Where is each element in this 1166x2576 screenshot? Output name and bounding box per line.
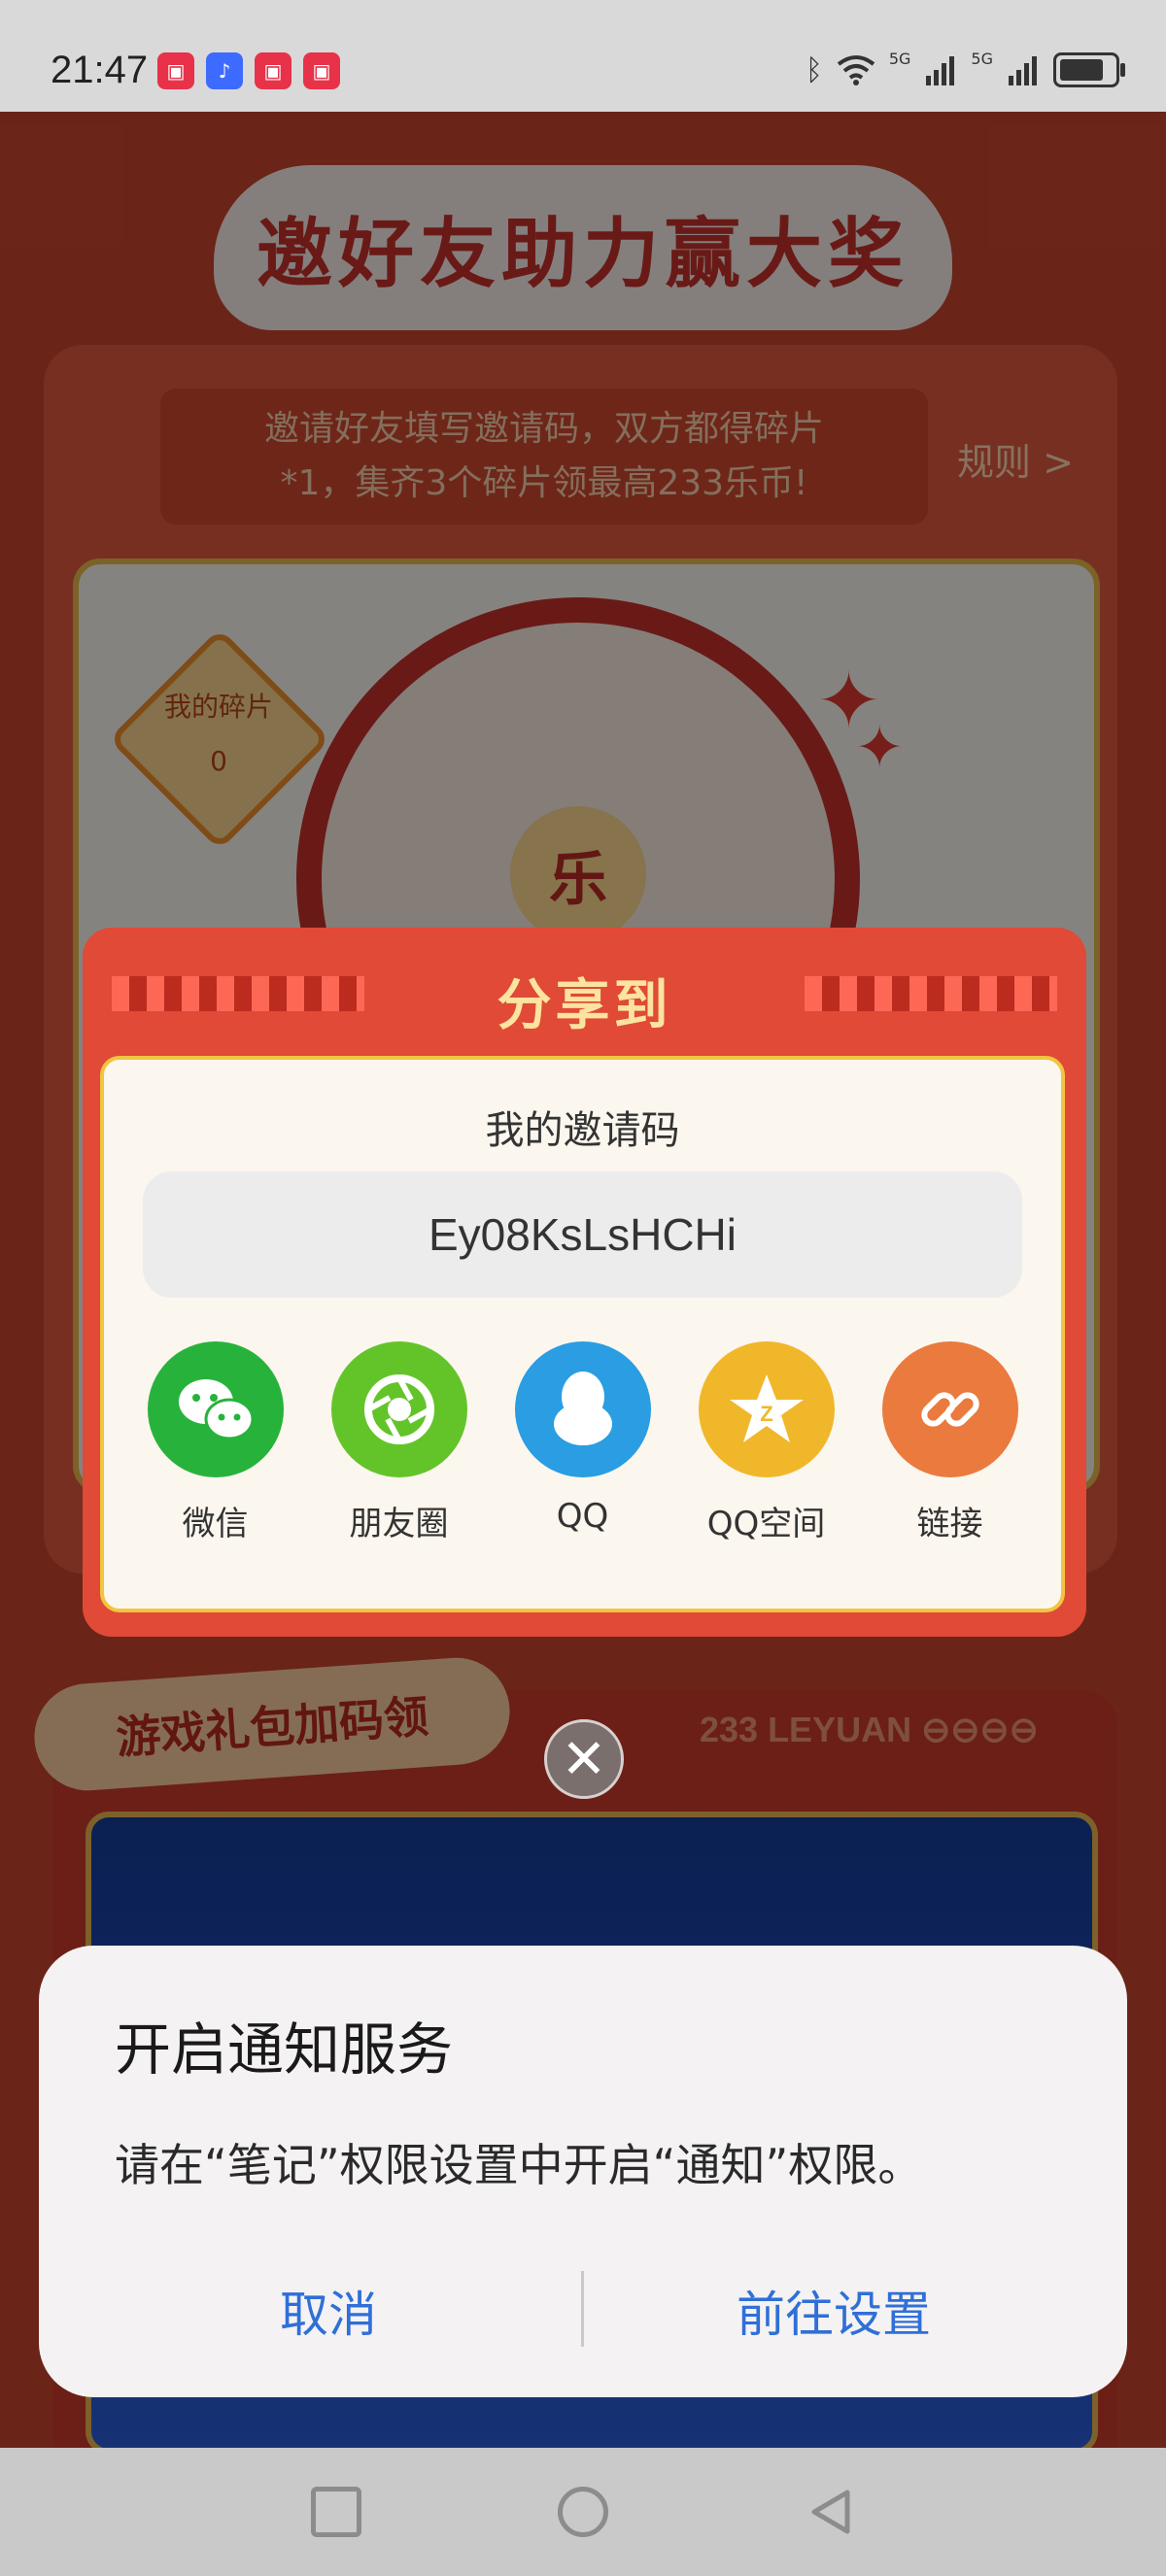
navigation-bar — [0, 2448, 1166, 2576]
dialog-button-divider — [581, 2271, 584, 2347]
share-option-label: 朋友圈 — [349, 1505, 449, 1543]
invite-code-label: 我的邀请码 — [485, 1108, 680, 1153]
invite-code: Ey08KsLsHCHi — [429, 1209, 737, 1260]
back-icon[interactable] — [806, 2487, 857, 2537]
share-options: 微信 朋友圈 QQ Z QQ空间 链接 — [123, 1341, 1042, 1544]
share-option-label: 链接 — [916, 1505, 983, 1543]
network-type-label: 5G — [971, 49, 993, 68]
dialog-message: 请在“笔记”权限设置中开启“通知”权限。 — [115, 2139, 923, 2191]
share-option-label: 微信 — [182, 1505, 249, 1543]
network-type-label: 5G — [888, 49, 911, 68]
app-badge-icon: ▣ — [303, 52, 340, 89]
qzone-icon[interactable]: Z — [698, 1341, 835, 1477]
qq-icon[interactable] — [514, 1341, 651, 1477]
system-icons: ᛒ 5G 5G — [805, 49, 1125, 87]
status-time: 21:47 — [51, 49, 149, 91]
wechat-icon[interactable] — [147, 1341, 284, 1477]
share-option-label: QQ — [556, 1497, 609, 1536]
cancel-button[interactable]: 取消 — [280, 2276, 377, 2346]
share-title: 分享到 — [497, 974, 672, 1037]
notification-dialog: 开启通知服务 请在“笔记”权限设置中开启“通知”权限。 取消 前往设置 — [39, 1946, 1127, 2397]
bluetooth-icon: ᛒ — [805, 52, 823, 87]
invite-code-box[interactable]: Ey08KsLsHCHi — [143, 1171, 1022, 1298]
home-icon[interactable] — [558, 2487, 608, 2537]
notification-app-icons: ▣ ♪ ▣ ▣ — [157, 52, 340, 89]
app-badge-icon: ▣ — [255, 52, 292, 89]
share-option-moments[interactable]: 朋友圈 — [307, 1341, 491, 1544]
share-option-label: QQ空间 — [706, 1505, 826, 1543]
app-badge-icon: ▣ — [157, 52, 194, 89]
signal-icon — [926, 56, 955, 85]
share-option-wechat[interactable]: 微信 — [123, 1341, 307, 1544]
signal-icon — [1009, 56, 1037, 85]
moments-icon[interactable] — [330, 1341, 467, 1477]
share-modal: 分享到 我的邀请码 Ey08KsLsHCHi 微信 朋友圈 QQ Z QQ空间 … — [83, 928, 1086, 1637]
go-to-settings-button[interactable]: 前往设置 — [737, 2276, 931, 2346]
link-icon[interactable] — [881, 1341, 1018, 1477]
share-option-link[interactable]: 链接 — [858, 1341, 1042, 1544]
close-icon[interactable]: ✕ — [544, 1719, 624, 1799]
dialog-title: 开启通知服务 — [115, 2017, 454, 2083]
svg-text:Z: Z — [760, 1402, 772, 1426]
wifi-icon — [837, 55, 875, 85]
battery-icon — [1053, 52, 1125, 87]
share-option-qq[interactable]: QQ — [491, 1341, 674, 1544]
share-option-qzone[interactable]: Z QQ空间 — [674, 1341, 858, 1544]
status-bar: 21:47 ▣ ♪ ▣ ▣ ᛒ 5G 5G — [0, 0, 1166, 112]
music-app-icon: ♪ — [206, 52, 243, 89]
recent-apps-icon[interactable] — [311, 2487, 361, 2537]
share-panel: 我的邀请码 Ey08KsLsHCHi 微信 朋友圈 QQ Z QQ空间 链接 — [100, 1056, 1065, 1612]
